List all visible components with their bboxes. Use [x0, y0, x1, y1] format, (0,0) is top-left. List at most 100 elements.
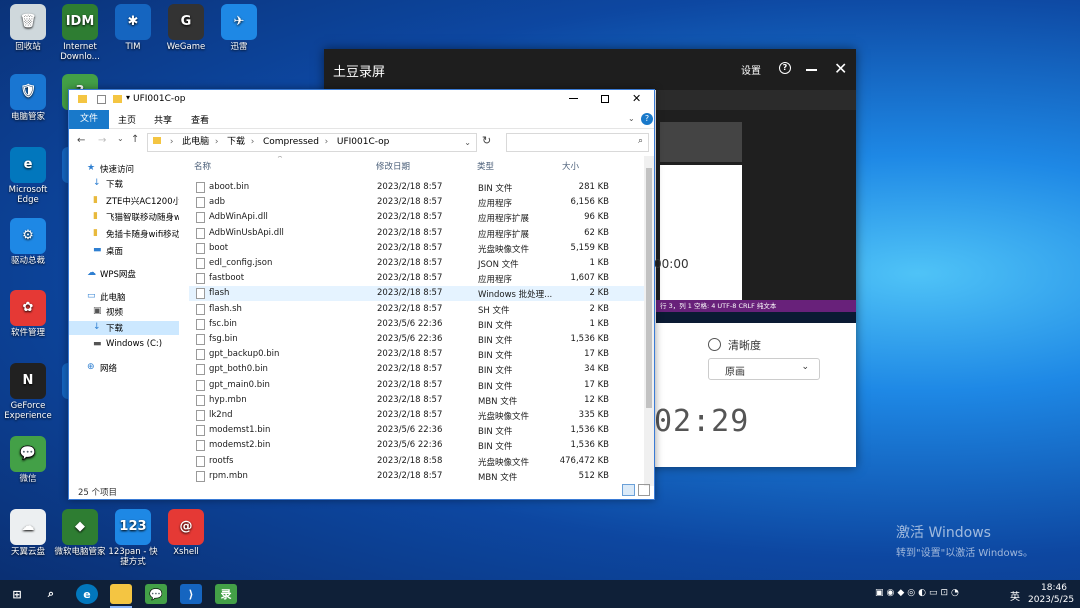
file-row[interactable]: gpt_main0.bin 2023/2/18 8:57 BIN 文件 17 KB	[189, 378, 649, 393]
desktop-icon[interactable]: @ Xshell	[158, 509, 214, 557]
desktop-icon[interactable]: ✈ 迅雷	[211, 4, 267, 52]
maximize-icon[interactable]	[601, 95, 609, 103]
desktop-icon[interactable]: 123 123pan - 快捷方式	[105, 509, 161, 567]
file-row[interactable]: flash 2023/2/18 8:57 Windows 批处理... 2 KB	[189, 286, 649, 302]
file-name: aboot.bin	[209, 182, 250, 192]
large-icons-view-icon[interactable]	[638, 484, 650, 496]
nav-item[interactable]: ▮ 免插卡随身wifi移动	[69, 227, 179, 241]
settings-button[interactable]: 设置	[741, 62, 761, 77]
address-bar[interactable]: › 此电脑 › 下载 › Compressed › UFI001C-op ⌄	[147, 133, 477, 152]
close-icon[interactable]: ✕	[834, 59, 847, 78]
desktop-icon[interactable]: IDM Internet Downlo...	[52, 4, 108, 62]
tab-share[interactable]: 共享	[154, 113, 172, 126]
file-row[interactable]: AdbWinUsbApi.dll 2023/2/18 8:57 应用程序扩展 62 K…	[189, 226, 649, 241]
column-header-name[interactable]: 名称	[194, 160, 211, 172]
vertical-scrollbar[interactable]	[644, 156, 654, 486]
nav-item[interactable]: ★ 快速访问	[69, 162, 179, 176]
minimize-icon[interactable]	[806, 69, 817, 71]
ribbon-expand-icon[interactable]: ⌄	[628, 114, 635, 123]
forward-arrow-icon[interactable]: →	[98, 135, 106, 146]
explorer-titlebar: ▾ UFI001C-op ✕	[69, 90, 654, 110]
clock-time[interactable]: 18:46	[1034, 583, 1074, 593]
desktop-icon[interactable]: ☁ 天翼云盘	[0, 509, 56, 557]
file-row[interactable]: fastboot 2023/2/18 8:57 应用程序 1,607 KB	[189, 271, 649, 286]
file-row[interactable]: flash.sh 2023/2/18 8:57 SH 文件 2 KB	[189, 302, 649, 317]
file-row[interactable]: AdbWinApi.dll 2023/2/18 8:57 应用程序扩展 96 KB	[189, 210, 649, 225]
file-row[interactable]: boot 2023/2/18 8:57 光盘映像文件 5,159 KB	[189, 241, 649, 256]
file-row[interactable]: aboot.bin 2023/2/18 8:57 BIN 文件 281 KB	[189, 180, 649, 195]
desktop-icon[interactable]: ✿ 软件管理	[0, 290, 56, 338]
file-explorer-icon[interactable]	[110, 584, 132, 604]
file-type: BIN 文件	[478, 320, 513, 331]
nav-item[interactable]: ⊕ 网络	[69, 361, 179, 375]
tab-home[interactable]: 主页	[118, 113, 136, 126]
wechat-icon[interactable]: 💬	[145, 584, 167, 604]
column-header-size[interactable]: 大小	[562, 160, 579, 172]
desktop-icon[interactable]: 🗑 回收站	[0, 4, 56, 52]
column-header-type[interactable]: 类型	[477, 160, 494, 172]
desktop-icon[interactable]: ✱ TIM	[105, 4, 161, 52]
breadcrumb-current[interactable]: UFI001C-op	[337, 137, 390, 147]
recent-dropdown-icon[interactable]: ⌄	[117, 134, 124, 143]
recorder-icon[interactable]: 录	[215, 584, 237, 604]
nav-item[interactable]: ▮ ZTE中兴AC1200小	[69, 194, 179, 208]
file-row[interactable]: edl_config.json 2023/2/18 8:57 JSON 文件 1 KB	[189, 256, 649, 271]
file-icon	[196, 197, 205, 209]
nav-item[interactable]: ▮ 飞猫智联移动随身w	[69, 210, 179, 224]
desktop-icon[interactable]: ◆ 微软电脑管家	[52, 509, 108, 557]
quick-access-dropdown-icon[interactable]: ▾	[126, 93, 130, 102]
close-icon[interactable]: ✕	[632, 92, 641, 105]
tray-icons[interactable]: ▣◉◆◎◐▭⊡◔	[875, 588, 962, 598]
file-row[interactable]: rpm.mbn 2023/2/18 8:57 MBN 文件 512 KB	[189, 469, 649, 484]
tab-view[interactable]: 查看	[191, 113, 209, 126]
nav-item[interactable]: ↓ 下载	[69, 177, 179, 191]
file-row[interactable]: gpt_backup0.bin 2023/2/18 8:57 BIN 文件 17 KB	[189, 347, 649, 362]
nav-item[interactable]: ↓ 下载	[69, 321, 179, 335]
back-arrow-icon[interactable]: ←	[77, 135, 85, 146]
address-dropdown-icon[interactable]: ⌄	[464, 134, 471, 151]
file-row[interactable]: adb 2023/2/18 8:57 应用程序 6,156 KB	[189, 195, 649, 210]
vscode-icon[interactable]: ⟩	[180, 584, 202, 604]
breadcrumb-this-pc[interactable]: 此电脑	[182, 137, 209, 147]
file-row[interactable]: rootfs 2023/2/18 8:58 光盘映像文件 476,472 KB	[189, 454, 649, 469]
nav-item[interactable]: ▣ 视频	[69, 305, 179, 319]
file-row[interactable]: fsg.bin 2023/5/6 22:36 BIN 文件 1,536 KB	[189, 332, 649, 347]
desktop-icon[interactable]: e Microsoft Edge	[0, 147, 56, 205]
nav-item[interactable]: ▬ Windows (C:)	[69, 338, 179, 352]
refresh-icon[interactable]: ↻	[482, 134, 491, 147]
search-input[interactable]: ⌕	[506, 133, 649, 152]
file-row[interactable]: modemst1.bin 2023/5/6 22:36 BIN 文件 1,536 KB	[189, 423, 649, 438]
desktop-icon[interactable]: 💬 微信	[0, 436, 56, 484]
up-arrow-icon[interactable]: ↑	[131, 134, 139, 145]
file-row[interactable]: hyp.mbn 2023/2/18 8:57 MBN 文件 12 KB	[189, 393, 649, 408]
tab-file[interactable]: 文件	[69, 110, 109, 129]
new-folder-icon[interactable]	[113, 95, 122, 103]
file-row[interactable]: modemst2.bin 2023/5/6 22:36 BIN 文件 1,536 KB	[189, 438, 649, 453]
desktop-icon[interactable]: 🛡 电脑管家	[0, 74, 56, 122]
clock-date[interactable]: 2023/5/25	[1028, 595, 1074, 605]
minimize-icon[interactable]	[569, 98, 578, 99]
breadcrumb-compressed[interactable]: Compressed	[263, 137, 319, 147]
help-icon[interactable]: ?	[641, 113, 653, 125]
properties-icon[interactable]	[97, 95, 106, 104]
desktop-icon[interactable]: N GeForce Experience	[0, 363, 56, 421]
edge-icon[interactable]: e	[76, 584, 98, 604]
file-row[interactable]: lk2nd 2023/2/18 8:57 光盘映像文件 335 KB	[189, 408, 649, 423]
nav-item[interactable]: ▬ 桌面	[69, 244, 179, 258]
details-view-icon[interactable]	[622, 484, 635, 496]
scrollbar-thumb[interactable]	[646, 168, 652, 408]
clarity-select[interactable]: 原画 ⌄	[708, 358, 820, 380]
help-icon[interactable]: ?	[779, 62, 791, 74]
nav-item[interactable]: ☁ WPS网盘	[69, 267, 179, 281]
nav-item[interactable]: ▭ 此电脑	[69, 290, 179, 304]
desktop-icon[interactable]: G WeGame	[158, 4, 214, 52]
ime-indicator[interactable]: 英	[1010, 588, 1020, 603]
desktop-icon[interactable]: ⚙ 驱动总裁	[0, 218, 56, 266]
breadcrumb-downloads[interactable]: 下载	[227, 137, 245, 147]
file-row[interactable]: gpt_both0.bin 2023/2/18 8:57 BIN 文件 34 KB	[189, 362, 649, 377]
start-icon[interactable]: ⊞	[6, 584, 28, 604]
search-icon[interactable]: ⌕	[40, 584, 62, 604]
desktop-icon-label: 软件管理	[10, 328, 45, 338]
file-row[interactable]: fsc.bin 2023/5/6 22:36 BIN 文件 1 KB	[189, 317, 649, 332]
column-header-date[interactable]: 修改日期	[376, 160, 410, 172]
